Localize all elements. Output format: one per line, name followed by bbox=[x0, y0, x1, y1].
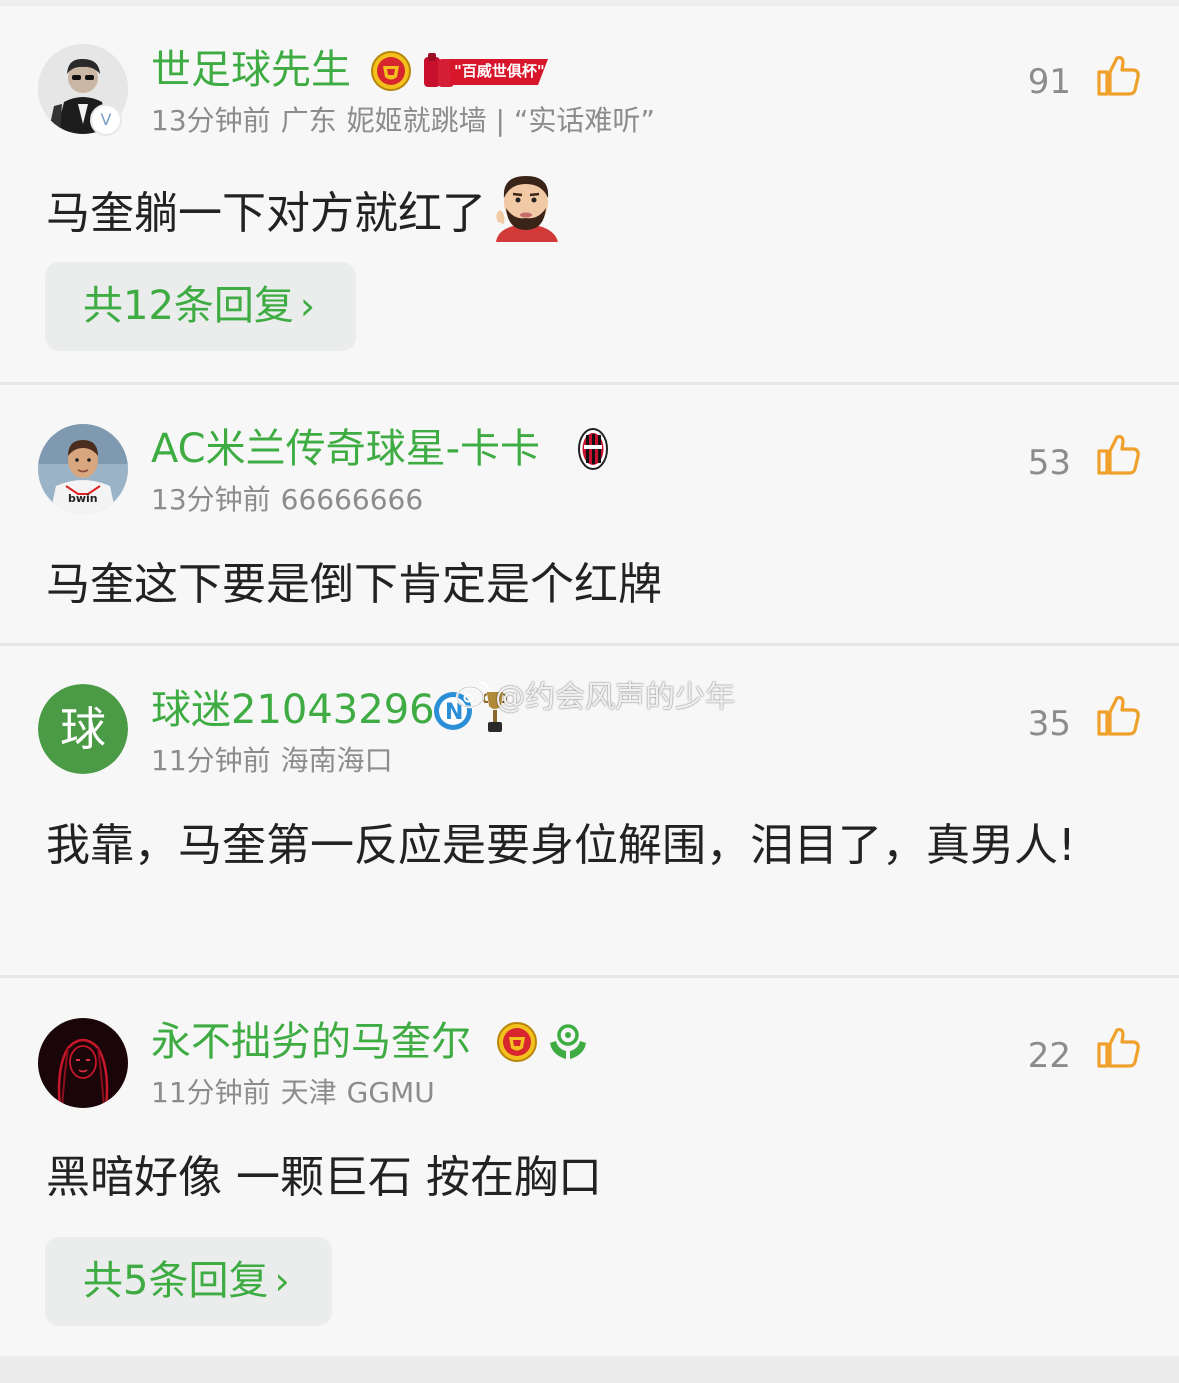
username[interactable]: 永不拙劣的马奎尔 bbox=[151, 1018, 471, 1066]
comment-item: V 世足球先生 "百威世俱杯" 13分钟前广东妮姬就跳墙 | “实话难听” bbox=[0, 6, 1179, 382]
verified-icon: V bbox=[90, 104, 122, 136]
user-tagline: 66666666 bbox=[280, 483, 424, 516]
view-replies-button[interactable]: 共12条回复 › bbox=[45, 262, 356, 351]
avatar[interactable]: bwin bbox=[38, 424, 128, 514]
user-tagline: 妮姬就跳墙 | “实话难听” bbox=[346, 104, 655, 137]
chevron-right-icon: › bbox=[299, 284, 316, 328]
view-replies-label: 共5条回复 bbox=[83, 1258, 269, 1304]
budweiser-badge-text: "百威世俱杯" bbox=[454, 62, 545, 80]
comment-meta: 11分钟前 海南海口 bbox=[151, 744, 403, 778]
green-charity-icon bbox=[550, 1024, 586, 1059]
comment-meta: 13分钟前 66666666 bbox=[151, 483, 433, 517]
comment-meta: 13分钟前 广东 妮姬就跳墙 | “实话难听” bbox=[151, 104, 665, 138]
like-count: 22 bbox=[1027, 1036, 1071, 1076]
thumbs-up-icon[interactable] bbox=[1095, 431, 1141, 477]
avatar[interactable]: 球 bbox=[38, 684, 128, 774]
thumbs-up-icon[interactable] bbox=[1095, 52, 1141, 98]
bottom-band bbox=[0, 1356, 1179, 1383]
avatar-letter: 球 bbox=[38, 684, 128, 774]
user-badges: "百威世俱杯" bbox=[370, 50, 550, 92]
chevron-right-icon: › bbox=[274, 1259, 290, 1303]
watermark-text: @约会风声的少年 bbox=[495, 680, 735, 715]
man-united-crest-icon bbox=[497, 1022, 537, 1062]
comment-text-body: 马奎躺一下对方就红了 bbox=[46, 188, 486, 239]
thumbs-up-icon[interactable] bbox=[1095, 1024, 1141, 1070]
bearded-man-sticker bbox=[496, 176, 558, 242]
budweiser-world-cup-badge: "百威世俱杯" bbox=[420, 51, 550, 91]
thumbs-up-icon[interactable] bbox=[1095, 692, 1141, 738]
ac-milan-crest-icon bbox=[578, 428, 608, 470]
comment-item: 永不拙劣的马奎尔 11分钟前天津 GGMU 22 黑暗好像 一颗巨石 按在胸口 bbox=[0, 978, 1179, 1356]
comment-meta: 11分钟前 天津 GGMU bbox=[151, 1076, 445, 1110]
view-replies-button[interactable]: 共5条回复 › bbox=[45, 1237, 332, 1326]
like-count: 91 bbox=[1027, 62, 1071, 102]
username[interactable]: 世足球先生 bbox=[151, 46, 351, 94]
avatar[interactable] bbox=[38, 1018, 128, 1108]
user-badges bbox=[577, 427, 609, 471]
user-badges bbox=[496, 1021, 590, 1063]
like-count: 53 bbox=[1027, 443, 1071, 483]
comment-time: 13分钟前 bbox=[151, 104, 271, 137]
comment-time: 11分钟前 bbox=[151, 744, 271, 777]
username[interactable]: AC米兰传奇球星-卡卡 bbox=[151, 425, 540, 473]
comment-item: bwin AC米兰传奇球星-卡卡 13分钟前 66666666 53 马奎这下要… bbox=[0, 385, 1179, 643]
comment-text: 我靠，马奎第一反应是要身位解围，泪目了，真男人! bbox=[46, 820, 1076, 871]
comment-time: 11分钟前 bbox=[151, 1076, 271, 1109]
comment-time: 13分钟前 bbox=[151, 483, 271, 516]
comment-location: 天津 bbox=[280, 1076, 337, 1109]
comment-text: 马奎这下要是倒下肯定是个红牌 bbox=[46, 559, 662, 610]
view-replies-label: 共12条回复 bbox=[83, 283, 294, 329]
man-united-crest-icon bbox=[371, 51, 411, 91]
comment-location: 海南海口 bbox=[280, 744, 393, 777]
like-count: 35 bbox=[1027, 704, 1071, 744]
comment-text: 黑暗好像 一颗巨石 按在胸口 bbox=[46, 1152, 602, 1203]
comment-text: 马奎躺一下对方就红了 bbox=[46, 170, 1136, 250]
user-tagline: GGMU bbox=[346, 1076, 435, 1109]
svg-text:bwin: bwin bbox=[68, 492, 98, 505]
watermark: @约会风声的少年 bbox=[455, 672, 735, 716]
weibo-logo-icon bbox=[455, 681, 490, 709]
comment-feed: V 世足球先生 "百威世俱杯" 13分钟前广东妮姬就跳墙 | “实话难听” bbox=[0, 0, 1179, 1383]
username[interactable]: 球迷21043296 bbox=[151, 686, 435, 734]
comment-location: 广东 bbox=[280, 104, 337, 137]
